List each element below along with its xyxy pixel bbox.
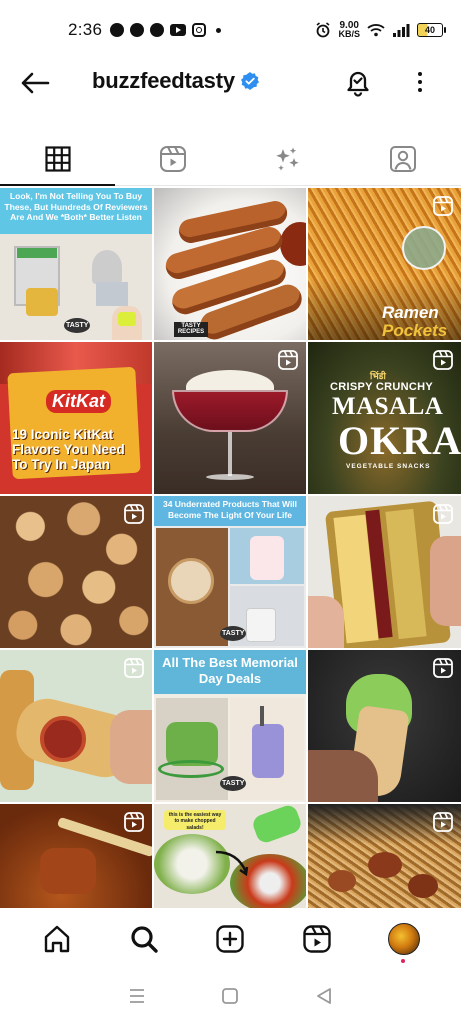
post-1-caption: Look, I'm Not Telling You To Buy These, …: [4, 191, 148, 223]
grid-post-8[interactable]: 34 Underrated Products That Will Become …: [154, 496, 306, 648]
grid-post-6[interactable]: भिंडी CRISPY CRUNCHY MASALA OKRA VEGETAB…: [308, 342, 461, 494]
post-1-logo: TASTY: [64, 318, 91, 334]
profile-username: buzzfeedtasty: [92, 68, 259, 94]
post-11-title: All The Best Memorial Day Deals: [162, 655, 298, 686]
more-options-icon-dot: [418, 72, 422, 76]
instagram-icon: [192, 23, 207, 37]
post-6-line2: MASALA: [332, 393, 444, 420]
more-notifications-dot: [216, 27, 222, 33]
system-home-button[interactable]: [221, 987, 239, 1010]
tab-reels[interactable]: [115, 132, 230, 185]
nav-reels[interactable]: [297, 919, 337, 959]
notification-dot: [400, 959, 405, 963]
post-4-title: 19 Iconic KitKat Flavors You Need To Try…: [12, 427, 125, 472]
reel-icon: [278, 350, 298, 370]
home-icon: [45, 925, 70, 953]
wifi-icon: [367, 24, 385, 37]
profile-header: buzzfeedtasty: [0, 60, 461, 106]
skype-icon: [110, 23, 125, 37]
create-plus-icon: [216, 925, 245, 953]
username-text: buzzfeedtasty: [92, 68, 235, 93]
tagged-user-icon: [390, 145, 417, 172]
bottom-navigation: [0, 908, 461, 970]
sparkles-icon: [276, 147, 299, 171]
signal-icon: [393, 24, 410, 37]
post-4-brand: KitKat: [46, 390, 111, 413]
more-options-icon-dot: [418, 88, 422, 92]
post-6-line1: CRISPY CRUNCHY: [330, 381, 434, 393]
grid-post-14[interactable]: this is the easiest way to make chopped …: [154, 804, 306, 908]
grid-post-9[interactable]: [308, 496, 461, 648]
square-home-icon: [222, 987, 239, 1004]
grid-icon: [45, 145, 71, 172]
status-bar: 2:36 9.00 KB/S 40: [0, 0, 461, 60]
profile-tabs: [0, 132, 461, 186]
grid-post-7[interactable]: [0, 496, 152, 648]
reels-icon: [159, 145, 186, 172]
notifications-button[interactable]: [342, 66, 374, 98]
grid-post-15[interactable]: [308, 804, 461, 908]
pinterest-icon: [150, 23, 165, 37]
grid-post-3[interactable]: Ramen Pockets: [308, 188, 461, 340]
post-3-subtitle: Pockets: [382, 321, 448, 340]
status-time: 2:36: [68, 20, 103, 39]
notification-bell-icon: [347, 71, 369, 97]
more-options-button[interactable]: [408, 66, 432, 98]
post-8-caption: 34 Underrated Products That Will Become …: [162, 499, 298, 520]
grid-post-1[interactable]: Look, I'm Not Telling You To Buy These, …: [0, 188, 152, 340]
grid-post-5[interactable]: [154, 342, 306, 494]
net-speed-unit: KB/S: [338, 29, 360, 39]
network-speed: 9.00 KB/S: [338, 21, 360, 39]
reel-icon: [433, 350, 453, 370]
search-icon: [131, 926, 158, 953]
grid-post-13[interactable]: [0, 804, 152, 908]
system-recents-button[interactable]: [128, 988, 146, 1009]
reel-icon: [124, 812, 144, 832]
nav-profile[interactable]: [384, 919, 424, 963]
nav-home[interactable]: [37, 919, 77, 959]
menu-lines-icon: [129, 988, 144, 1003]
grid-post-2[interactable]: TASTY RECIPES: [154, 188, 306, 340]
verified-badge-icon: [240, 72, 259, 90]
grid-post-4[interactable]: KitKat 19 Iconic KitKat Flavors You Need…: [0, 342, 152, 494]
tab-posts-grid[interactable]: [0, 132, 116, 186]
profile-avatar: [387, 923, 420, 955]
grid-post-12[interactable]: [308, 650, 461, 802]
reel-icon: [433, 504, 453, 524]
tab-effects[interactable]: [231, 132, 346, 185]
post-6-line3: OKRA: [338, 418, 461, 463]
tab-tagged[interactable]: [346, 132, 461, 185]
reel-icon: [433, 196, 453, 216]
system-back-button[interactable]: [315, 987, 333, 1010]
more-options-icon-dot: [418, 80, 422, 84]
reel-icon: [124, 658, 144, 678]
alarm-icon: [316, 22, 330, 38]
triangle-back-icon: [317, 987, 332, 1004]
post-2-logo: TASTY RECIPES: [174, 322, 208, 337]
reel-icon: [124, 504, 144, 524]
back-arrow-icon: [21, 72, 50, 94]
reels-icon: [303, 925, 331, 953]
reel-icon: [433, 812, 453, 832]
back-button[interactable]: [20, 68, 52, 98]
posts-grid: Look, I'm Not Telling You To Buy These, …: [0, 188, 461, 908]
battery-indicator: 40: [417, 23, 446, 37]
grid-post-10[interactable]: [0, 650, 152, 802]
threads-icon: [130, 23, 145, 37]
reel-icon: [433, 658, 453, 678]
arrow-graphic: [215, 850, 249, 877]
notification-icons: [110, 23, 222, 37]
post-3-title: Ramen: [382, 303, 439, 322]
system-navigation: [0, 972, 461, 1024]
nav-create[interactable]: [210, 919, 250, 959]
post-6-line4: VEGETABLE SNACKS: [346, 463, 431, 470]
grid-post-11[interactable]: All The Best Memorial Day Deals TASTY: [154, 650, 306, 802]
post-14-note: this is the easiest way to make chopped …: [168, 812, 222, 831]
nav-search[interactable]: [124, 919, 164, 959]
youtube-icon: [170, 24, 187, 36]
status-right: 9.00 KB/S 40: [315, 21, 446, 39]
